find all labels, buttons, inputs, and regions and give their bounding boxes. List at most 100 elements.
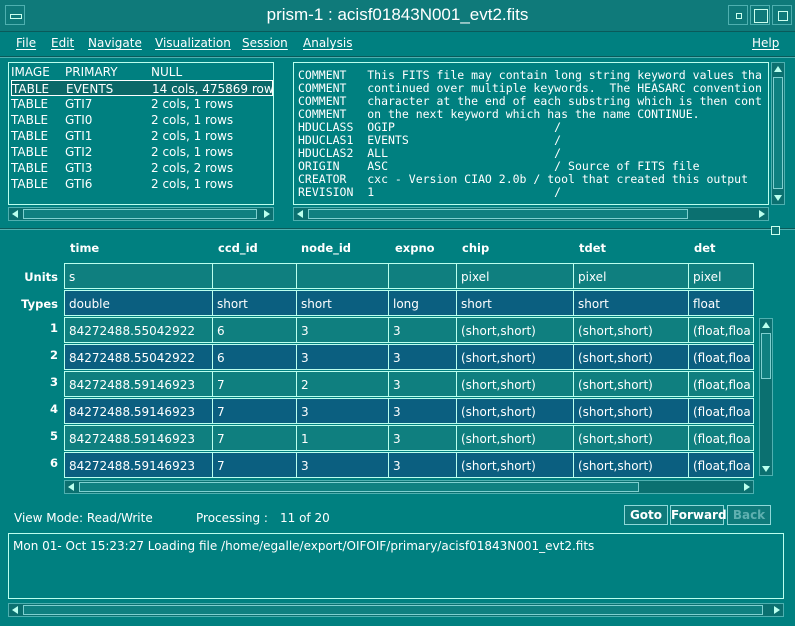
goto-button[interactable]: Goto [624, 505, 668, 525]
table-cell[interactable]: (float,floa [688, 398, 754, 424]
scroll-up-icon[interactable] [774, 66, 782, 72]
menu-analysis[interactable]: Analysis [303, 36, 352, 50]
menu-help[interactable]: Help [752, 36, 779, 50]
minimize-icon[interactable] [728, 5, 748, 25]
table-cell[interactable]: 3 [388, 425, 457, 451]
scroll-thumb[interactable] [308, 209, 688, 219]
header-vscrollbar[interactable] [771, 62, 785, 205]
row-number[interactable]: 5 [14, 429, 58, 443]
table-cell[interactable]: (short,short) [456, 425, 574, 451]
unit-cell[interactable]: s [64, 263, 213, 289]
menu-edit[interactable]: Edit [51, 36, 74, 50]
column-header-tdet[interactable]: tdet [579, 241, 606, 255]
scroll-down-icon[interactable] [774, 195, 782, 201]
table-cell[interactable]: (float,floa [688, 344, 754, 370]
header-hscrollbar[interactable] [293, 207, 769, 221]
table-cell[interactable]: 7 [212, 371, 297, 397]
extension-row[interactable]: TABLE GTI7 2 cols, 1 rows [11, 96, 271, 112]
extension-row[interactable]: TABLE GTI6 2 cols, 1 rows [11, 176, 271, 192]
table-cell[interactable]: 6 [212, 344, 297, 370]
table-cell[interactable]: 6 [212, 317, 297, 343]
pane-divider[interactable] [0, 228, 795, 230]
column-header-expno[interactable]: expno [395, 241, 435, 255]
table-cell[interactable]: 3 [388, 317, 457, 343]
back-button[interactable]: Back [727, 505, 771, 525]
table-hscrollbar[interactable] [64, 480, 754, 494]
header-keywords-panel[interactable]: COMMENT This FITS file may contain long … [293, 62, 769, 205]
scroll-up-icon[interactable] [762, 322, 770, 328]
scroll-left-icon[interactable] [12, 606, 18, 614]
type-cell[interactable]: short [456, 290, 574, 316]
unit-cell[interactable] [296, 263, 389, 289]
extension-row[interactable]: IMAGE PRIMARY NULL [11, 64, 271, 80]
scroll-down-icon[interactable] [762, 466, 770, 472]
table-cell[interactable]: 7 [212, 452, 297, 478]
log-panel[interactable]: Mon 01- Oct 15:23:27 Loading file /home/… [8, 533, 784, 599]
table-cell[interactable]: 3 [296, 398, 389, 424]
scroll-right-icon[interactable] [744, 483, 750, 491]
column-header-det[interactable]: det [694, 241, 716, 255]
table-cell[interactable]: (short,short) [573, 371, 689, 397]
table-cell[interactable]: 84272488.55042922 [64, 344, 213, 370]
type-cell[interactable]: double [64, 290, 213, 316]
table-cell[interactable]: 3 [388, 398, 457, 424]
scroll-right-icon[interactable] [774, 606, 780, 614]
unit-cell[interactable]: pixel [456, 263, 574, 289]
menu-navigate[interactable]: Navigate [88, 36, 142, 50]
table-cell[interactable]: (short,short) [456, 452, 574, 478]
row-number[interactable]: 6 [14, 456, 58, 470]
column-header-time[interactable]: time [70, 241, 99, 255]
scroll-right-icon[interactable] [759, 210, 765, 218]
scroll-thumb[interactable] [79, 482, 639, 492]
extension-row[interactable]: TABLE GTI2 2 cols, 1 rows [11, 144, 271, 160]
table-cell[interactable]: (short,short) [573, 317, 689, 343]
table-cell[interactable]: (float,floa [688, 452, 754, 478]
table-cell[interactable]: 3 [296, 344, 389, 370]
table-cell[interactable]: (float,floa [688, 425, 754, 451]
scroll-thumb[interactable] [773, 77, 783, 189]
table-cell[interactable]: (float,floa [688, 317, 754, 343]
column-header-chip[interactable]: chip [462, 241, 489, 255]
unit-cell[interactable]: pixel [688, 263, 754, 289]
menu-session[interactable]: Session [242, 36, 288, 50]
log-hscrollbar[interactable] [8, 603, 784, 617]
table-cell[interactable]: 2 [296, 371, 389, 397]
table-cell[interactable]: 84272488.59146923 [64, 452, 213, 478]
scroll-right-icon[interactable] [264, 210, 270, 218]
menu-file[interactable]: File [16, 36, 36, 50]
row-number[interactable]: 1 [14, 321, 58, 335]
type-cell[interactable]: short [296, 290, 389, 316]
table-cell[interactable]: 84272488.59146923 [64, 425, 213, 451]
table-cell[interactable]: 3 [388, 344, 457, 370]
table-cell[interactable]: 3 [388, 452, 457, 478]
table-cell[interactable]: (short,short) [456, 344, 574, 370]
type-cell[interactable]: float [688, 290, 754, 316]
maximize-icon[interactable] [750, 5, 770, 25]
table-cell[interactable]: 3 [388, 371, 457, 397]
row-number[interactable]: 3 [14, 375, 58, 389]
scroll-left-icon[interactable] [68, 483, 74, 491]
table-cell[interactable]: (short,short) [573, 344, 689, 370]
menu-visualization[interactable]: Visualization [155, 36, 231, 50]
type-cell[interactable]: long [388, 290, 457, 316]
unit-cell[interactable]: pixel [573, 263, 689, 289]
row-number[interactable]: 4 [14, 402, 58, 416]
extension-list-hscrollbar[interactable] [8, 207, 274, 221]
table-cell[interactable]: 7 [212, 425, 297, 451]
column-header-ccd-id[interactable]: ccd_id [218, 241, 258, 255]
table-cell[interactable]: (float,floa [688, 371, 754, 397]
type-cell[interactable]: short [212, 290, 297, 316]
table-cell[interactable]: (short,short) [456, 398, 574, 424]
table-cell[interactable]: 84272488.55042922 [64, 317, 213, 343]
extension-row[interactable]: TABLE GTI1 2 cols, 1 rows [11, 128, 271, 144]
table-cell[interactable]: 84272488.59146923 [64, 398, 213, 424]
extension-list[interactable]: IMAGE PRIMARY NULL TABLE EVENTS 14 cols, 4758… [8, 62, 274, 205]
table-vscrollbar[interactable] [759, 318, 773, 476]
table-cell[interactable]: (short,short) [456, 317, 574, 343]
scroll-thumb[interactable] [23, 209, 257, 219]
table-cell[interactable]: 84272488.59146923 [64, 371, 213, 397]
extension-row[interactable]: TABLE GTI0 2 cols, 1 rows [11, 112, 271, 128]
close-icon[interactable] [772, 5, 792, 25]
unit-cell[interactable] [212, 263, 297, 289]
table-cell[interactable]: 7 [212, 398, 297, 424]
